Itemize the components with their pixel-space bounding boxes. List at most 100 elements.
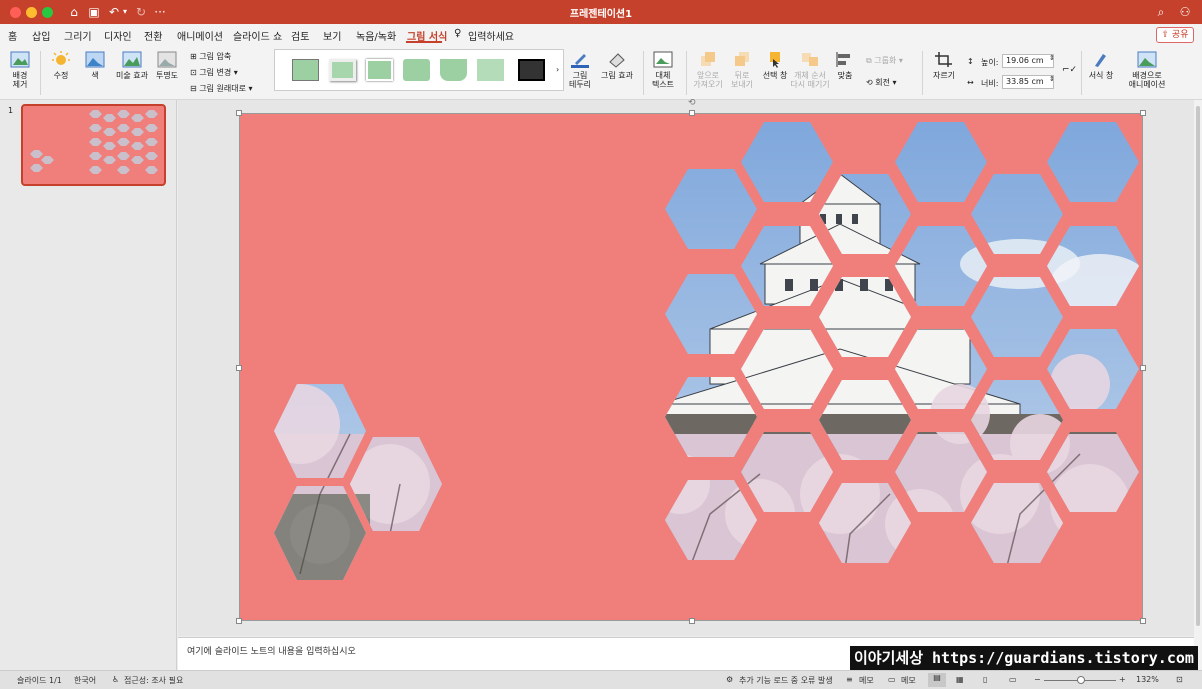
reading-view-icon[interactable]: ▯ — [983, 675, 987, 684]
alt-text-icon — [653, 51, 673, 68]
search-icon[interactable]: ⌕ — [1154, 3, 1168, 21]
resize-handle-left[interactable] — [236, 365, 242, 371]
zoom-slider-thumb[interactable] — [1077, 676, 1085, 684]
picture-style-5[interactable] — [440, 59, 467, 81]
reorder-objects-button[interactable]: 개체 순서 다시 매기기 — [790, 51, 830, 89]
slide-sorter-icon[interactable]: ▦ — [956, 675, 964, 684]
share-label: 공유 — [1171, 30, 1189, 40]
thumbnail-preview — [30, 110, 158, 174]
zoom-level[interactable]: 132% — [1136, 675, 1159, 684]
alt-text-button[interactable]: 대체 텍스트 — [648, 51, 678, 89]
tab-slideshow[interactable]: 슬라이드 쇼 — [233, 28, 282, 43]
format-pane-icon — [1095, 54, 1106, 67]
tab-transitions[interactable]: 전환 — [144, 28, 162, 43]
resize-handle-tl[interactable] — [236, 110, 242, 116]
normal-view-icon[interactable]: ▤ — [928, 673, 946, 687]
bring-forward-button[interactable]: 앞으로 가져오기 — [692, 51, 724, 89]
gallery-more-icon[interactable]: › — [556, 65, 559, 74]
slide-thumbnails-pane: 1 — [0, 100, 177, 670]
width-input[interactable]: 33.85 cm — [1002, 75, 1054, 89]
rotation-handle-icon[interactable]: ⟲ — [688, 98, 696, 108]
artistic-effects-button[interactable]: 미술 효과 — [114, 51, 150, 80]
selection-pane-icon — [770, 52, 780, 68]
rotate-button[interactable]: ⟲ 회전 ▾ — [866, 77, 897, 88]
width-stepper[interactable]: ⇕ — [1049, 75, 1055, 83]
notes-toggle[interactable]: 메모 — [859, 675, 874, 686]
zoom-in-button[interactable]: + — [1119, 675, 1126, 684]
resize-handle-top[interactable] — [689, 110, 695, 116]
tab-animations[interactable]: 애니메이션 — [177, 28, 223, 43]
tab-view[interactable]: 보기 — [323, 28, 341, 43]
comments-icon: ▭ — [888, 675, 896, 684]
transparency-icon — [157, 51, 177, 68]
slide-canvas[interactable]: ⟲ — [236, 98, 1146, 624]
addin-error-status[interactable]: 추가 기능 로드 중 오류 발생 — [739, 675, 833, 686]
send-backward-icon — [735, 52, 749, 66]
vertical-scrollbar[interactable] — [1194, 100, 1202, 670]
slide-thumbnail[interactable] — [21, 104, 166, 186]
picture-style-1[interactable] — [292, 59, 319, 81]
picture-style-2[interactable] — [329, 59, 356, 81]
scrollbar-thumb[interactable] — [1196, 106, 1200, 626]
lock-aspect-icon[interactable]: ⌐✓ — [1062, 65, 1077, 75]
width-label: 너비: — [981, 79, 999, 88]
group-label: 그룹화 — [874, 56, 897, 65]
change-picture-button[interactable]: ⊡ 그림 변경 ▾ — [190, 67, 238, 78]
format-pane-button[interactable]: 서식 창 — [1086, 51, 1116, 80]
align-button[interactable]: 맞춤 — [832, 51, 858, 80]
remove-background-button[interactable]: 배경 제거 — [6, 51, 34, 89]
reset-picture-icon: ⊟ — [190, 84, 200, 93]
compress-pictures-button[interactable]: ⊞ 그림 압축 — [190, 51, 231, 62]
tab-design[interactable]: 디자인 — [104, 28, 132, 43]
selection-pane-button[interactable]: 선택 창 — [760, 51, 790, 80]
picture-style-3[interactable] — [366, 59, 393, 81]
corrections-button[interactable]: 수정 — [46, 51, 76, 80]
color-button[interactable]: 색 — [80, 51, 110, 80]
send-backward-button[interactable]: 뒤로 보내기 — [727, 51, 757, 89]
picture-border-button[interactable]: 그림 테두리 — [566, 51, 594, 89]
tell-me-search[interactable]: 입력하세요 — [468, 28, 514, 43]
zoom-out-button[interactable]: − — [1034, 675, 1041, 684]
align-label: 맞춤 — [837, 71, 853, 80]
tab-review[interactable]: 검토 — [291, 28, 309, 43]
crop-icon — [935, 52, 952, 67]
picture-style-4[interactable] — [403, 59, 430, 81]
lightbulb-icon: ♀ — [454, 28, 462, 39]
tab-record[interactable]: 녹음/녹화 — [356, 28, 396, 43]
resize-handle-br[interactable] — [1140, 618, 1146, 624]
ribbon-separator — [643, 51, 644, 95]
reorder-objects-label: 개체 순서 다시 매기기 — [790, 71, 830, 89]
picture-effects-label: 그림 효과 — [601, 71, 633, 80]
tab-draw[interactable]: 그리기 — [64, 28, 92, 43]
animate-background-icon — [1137, 51, 1157, 68]
language-indicator[interactable]: 한국어 — [74, 675, 96, 686]
tab-insert[interactable]: 삽입 — [32, 28, 50, 43]
share-button[interactable]: ⇪ 공유 — [1156, 27, 1194, 43]
send-backward-label: 뒤로 보내기 — [730, 71, 754, 89]
tab-home[interactable]: 홈 — [8, 28, 17, 43]
slideshow-view-icon[interactable]: ▭ — [1009, 675, 1017, 684]
transparency-button[interactable]: 투명도 — [152, 51, 182, 80]
slide-content — [274, 122, 1139, 580]
picture-style-6[interactable] — [477, 59, 504, 81]
animate-as-background-button[interactable]: 배경으로 애니메이션 — [1124, 51, 1170, 89]
accessibility-status[interactable]: 접근성: 조사 필요 — [124, 675, 183, 686]
picture-style-7[interactable] — [518, 59, 545, 81]
resize-handle-tr[interactable] — [1140, 110, 1146, 116]
compress-label: 그림 압축 — [199, 52, 232, 61]
height-stepper[interactable]: ⇕ — [1049, 54, 1055, 62]
window-title: 프레젠테이션1 — [569, 9, 633, 20]
fit-slide-icon[interactable]: ⊡ — [1176, 675, 1183, 684]
crop-button[interactable]: 자르기 — [928, 51, 960, 80]
account-icon[interactable]: ⚇ — [1178, 3, 1192, 21]
picture-border-label: 그림 테두리 — [568, 71, 592, 89]
height-input[interactable]: 19.06 cm — [1002, 54, 1054, 68]
comments-toggle[interactable]: 메모 — [901, 675, 916, 686]
resize-handle-right[interactable] — [1140, 365, 1146, 371]
picture-effects-button[interactable]: 그림 효과 — [600, 51, 634, 80]
group-button[interactable]: ⧉ 그룹화 ▾ — [866, 55, 903, 66]
resize-handle-bl[interactable] — [236, 618, 242, 624]
resize-handle-bottom[interactable] — [689, 618, 695, 624]
reset-picture-button[interactable]: ⊟ 그림 원래대로 ▾ — [190, 83, 253, 94]
status-bar: 슬라이드 1/1 한국어 ♿ 접근성: 조사 필요 ⚙ 추가 기능 로드 중 오… — [0, 670, 1202, 689]
